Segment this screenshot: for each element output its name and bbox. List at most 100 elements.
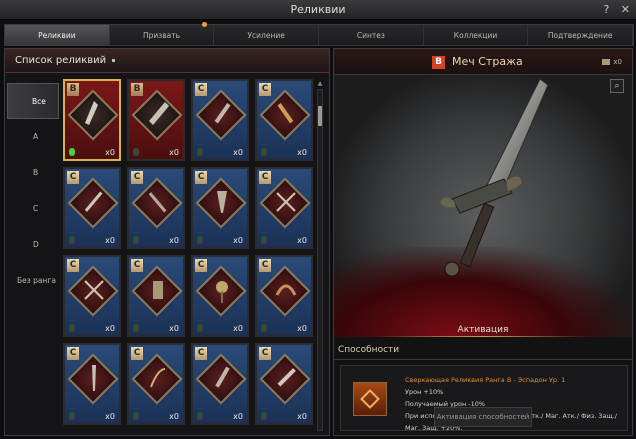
relic-count: x0: [169, 236, 179, 245]
relic-rank-badge: C: [195, 171, 207, 184]
filter-no-rank[interactable]: Без ранга: [7, 263, 59, 299]
tab-summon[interactable]: Призвать: [110, 22, 215, 45]
filter-d[interactable]: D: [7, 227, 59, 263]
relic-card[interactable]: Cx0: [191, 343, 249, 425]
relic-rank-badge: C: [131, 347, 143, 360]
relic-count: x0: [233, 324, 243, 333]
relic-list-header: Список реликвий: [5, 49, 329, 73]
header-dot-icon: [112, 58, 116, 62]
gem-icon: [69, 324, 75, 332]
weapon-icon: [84, 191, 103, 212]
relic-card[interactable]: Cx0: [191, 167, 249, 249]
relic-rank-badge: C: [67, 259, 79, 272]
relic-card[interactable]: Cx0: [63, 255, 121, 337]
relic-count: x0: [169, 412, 179, 421]
relic-count: x0: [233, 148, 243, 157]
window-titlebar: Реликвии ? ✕: [0, 0, 636, 20]
gem-icon: [133, 148, 139, 156]
relic-rank-badge: C: [131, 259, 143, 272]
relic-rank-badge: C: [259, 347, 271, 360]
weapon-icon: [153, 281, 163, 299]
scroll-up-arrow-icon[interactable]: ▲: [317, 81, 323, 87]
chest-icon: [602, 59, 611, 65]
tab-collections[interactable]: Коллекции: [424, 25, 529, 45]
relic-list-panel: Список реликвий Все A B C D Без ранга Bx…: [4, 48, 330, 436]
filter-c[interactable]: C: [7, 191, 59, 227]
relic-rank-badge: C: [259, 259, 271, 272]
tab-synthesis[interactable]: Синтез: [319, 25, 424, 45]
relic-card[interactable]: Cx0: [127, 255, 185, 337]
tab-relics[interactable]: Реликвии: [5, 25, 110, 45]
relic-count: x0: [105, 324, 115, 333]
activation-status-label: Активация: [457, 325, 509, 335]
weapon-icon: [216, 281, 228, 303]
relic-card[interactable]: Cx0: [191, 79, 249, 161]
relic-count: x0: [297, 148, 307, 157]
rank-filter-list: Все A B C D Без ранга: [7, 83, 59, 299]
relic-card[interactable]: Cx0: [191, 255, 249, 337]
ability-emblem-icon: [360, 389, 380, 409]
abilities-title: Способности: [338, 345, 400, 355]
scroll-thumb[interactable]: [318, 106, 322, 126]
gem-icon: [133, 236, 139, 244]
gem-icon: [197, 236, 203, 244]
tab-confirmation[interactable]: Подтверждение: [528, 25, 634, 45]
relic-card[interactable]: Cx0: [255, 343, 313, 425]
relic-rank-badge: B: [432, 56, 445, 69]
relic-rank-badge: B: [67, 83, 79, 96]
relic-card[interactable]: Cx0: [127, 343, 185, 425]
relic-count: x0: [169, 324, 179, 333]
relic-rank-badge: C: [259, 83, 271, 96]
tab-enhance[interactable]: Усиление: [214, 25, 320, 45]
relic-card[interactable]: Cx0: [255, 255, 313, 337]
relic-card[interactable]: Bx0: [63, 79, 121, 161]
filter-a[interactable]: A: [7, 119, 59, 155]
tab-label: Реликвии: [38, 31, 76, 40]
relic-rank-badge: C: [259, 171, 271, 184]
help-icon[interactable]: ?: [603, 3, 609, 16]
filter-all[interactable]: Все: [7, 83, 59, 119]
relic-card[interactable]: Cx0: [255, 79, 313, 161]
gem-icon: [197, 412, 203, 420]
weapon-icon: [277, 368, 296, 387]
gem-icon: [261, 236, 267, 244]
weapon-icon: [148, 192, 167, 213]
notification-dot: [202, 22, 208, 27]
relic-name: Меч Стража: [452, 55, 523, 68]
relic-card[interactable]: Bx0: [127, 79, 185, 161]
relic-rank-badge: C: [131, 171, 143, 184]
weapon-icon: [276, 192, 296, 212]
relic-count: x0: [169, 148, 179, 157]
relic-rank-badge: C: [195, 347, 207, 360]
window-title: Реликвии: [290, 3, 346, 16]
activate-abilities-button[interactable]: Активация способностей: [434, 407, 532, 427]
zoom-button[interactable]: ⌕: [610, 79, 624, 93]
relic-card[interactable]: Cx0: [127, 167, 185, 249]
weapon-icon: [275, 284, 297, 296]
tab-label: Синтез: [356, 31, 385, 40]
tab-label: Подтверждение: [547, 31, 613, 40]
relic-rank-badge: C: [195, 259, 207, 272]
relic-card[interactable]: Cx0: [63, 167, 121, 249]
relic-rank-badge: C: [195, 83, 207, 96]
gem-icon: [133, 324, 139, 332]
weapon-icon: [215, 366, 230, 388]
weapon-icon: [217, 191, 227, 213]
relic-card[interactable]: Cx0: [63, 343, 121, 425]
relic-card[interactable]: Cx0: [255, 167, 313, 249]
greatsword-illustration: [440, 78, 549, 277]
owned-count-value: x0: [613, 58, 622, 66]
filter-b[interactable]: B: [7, 155, 59, 191]
close-icon[interactable]: ✕: [621, 3, 630, 16]
relic-preview: ⌕ Активация: [334, 75, 632, 337]
gem-icon: [69, 412, 75, 420]
tab-label: Призвать: [142, 31, 181, 40]
relic-list-title: Список реликвий: [15, 55, 107, 66]
weapon-icon: [84, 280, 104, 300]
tab-label: Коллекции: [453, 31, 498, 40]
relic-count: x0: [105, 148, 115, 157]
relic-owned-count: x0: [602, 58, 622, 66]
relic-count: x0: [297, 412, 307, 421]
relic-list-scrollbar[interactable]: [317, 89, 323, 431]
relic-rank-badge: C: [67, 171, 79, 184]
